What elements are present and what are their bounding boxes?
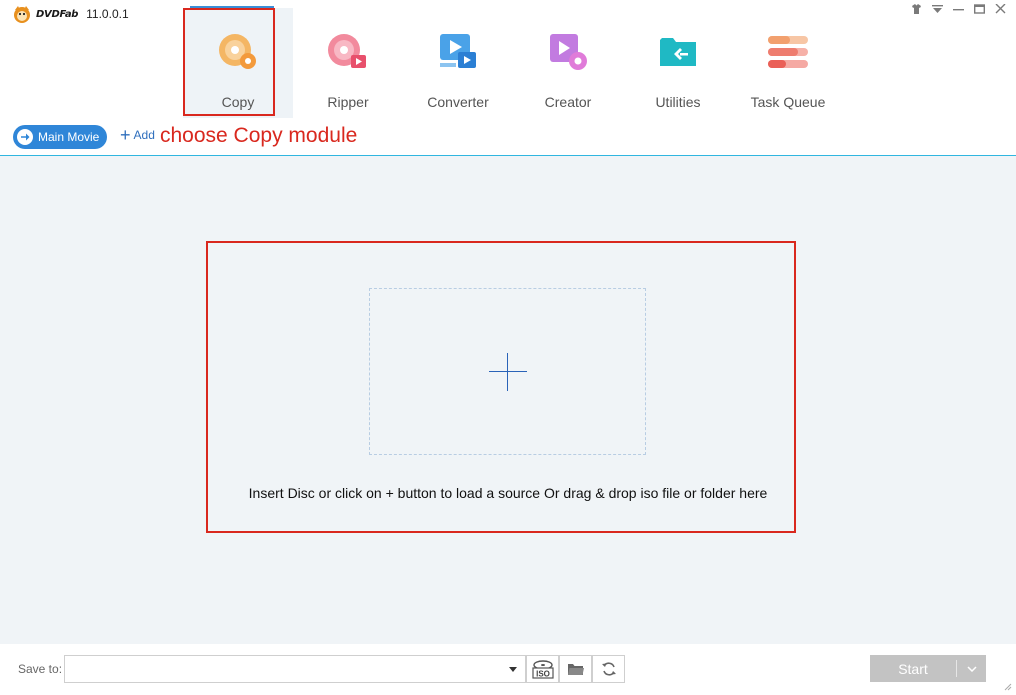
iso-disc-icon: ISO xyxy=(531,660,554,679)
dropzone-hint: Insert Disc or click on + button to load… xyxy=(248,485,768,501)
top-bar: DVDFab 11.0.0.1 Copy Ripper Converter Cr… xyxy=(0,0,1016,156)
iso-label: ISO xyxy=(536,670,550,679)
add-label: Add xyxy=(133,128,155,142)
module-tabs: Copy Ripper Converter Creator Utilities … xyxy=(183,6,843,118)
tab-creator-label: Creator xyxy=(544,94,592,110)
start-label: Start xyxy=(898,660,928,677)
add-source-plus-icon[interactable] xyxy=(489,353,527,391)
menu-icon[interactable] xyxy=(930,2,945,16)
arrow-right-icon xyxy=(17,129,33,145)
start-button[interactable]: Start xyxy=(870,655,986,682)
dvdfab-fox-icon xyxy=(14,6,30,23)
tab-task-queue[interactable]: Task Queue xyxy=(733,8,843,118)
close-icon[interactable] xyxy=(993,2,1008,16)
folder-icon xyxy=(567,663,584,675)
iso-button[interactable]: ISO xyxy=(526,655,559,683)
tab-utilities-label: Utilities xyxy=(655,94,701,110)
sub-toolbar: Main Movie + Add choose Copy module xyxy=(0,120,1016,156)
main-area: Insert Disc or click on + button to load… xyxy=(0,156,1016,644)
add-button[interactable]: + Add xyxy=(120,125,155,145)
utilities-icon xyxy=(660,38,696,66)
window-controls xyxy=(909,2,1008,16)
tab-ripper-label: Ripper xyxy=(327,94,369,110)
ripper-icon xyxy=(328,34,366,68)
main-movie-button[interactable]: Main Movie xyxy=(13,125,108,149)
refresh-button[interactable] xyxy=(592,655,625,683)
app-logo: DVDFab 11.0.0.1 xyxy=(12,4,129,24)
task-queue-icon xyxy=(768,36,808,68)
dropdown-arrow-icon[interactable] xyxy=(509,667,517,672)
maximize-icon[interactable] xyxy=(972,2,987,16)
brand-name: DVDFab xyxy=(36,8,79,20)
browse-folder-button[interactable] xyxy=(559,655,592,683)
creator-icon xyxy=(550,34,587,70)
save-path-select[interactable] xyxy=(64,655,526,683)
skin-icon[interactable] xyxy=(909,2,924,16)
annotation-text: choose Copy module xyxy=(160,124,358,147)
main-movie-label: Main Movie xyxy=(38,130,100,144)
tab-converter-label: Converter xyxy=(427,94,489,110)
refresh-icon xyxy=(601,662,616,676)
tab-ripper[interactable]: Ripper xyxy=(293,8,403,118)
converter-icon xyxy=(440,34,476,68)
copy-highlight-box xyxy=(183,8,275,116)
minimize-icon[interactable] xyxy=(951,2,966,16)
bottom-bar: Save to: ISO Start xyxy=(0,644,1016,695)
tab-creator[interactable]: Creator xyxy=(513,8,623,118)
chevron-down-icon[interactable] xyxy=(957,655,986,682)
source-dropzone[interactable] xyxy=(369,288,646,455)
tab-converter[interactable]: Converter xyxy=(403,8,513,118)
resize-grip-icon[interactable] xyxy=(1004,683,1012,691)
save-to-label: Save to: xyxy=(18,662,63,676)
app-version: 11.0.0.1 xyxy=(86,7,129,21)
plus-icon: + xyxy=(120,125,131,145)
tab-task-queue-label: Task Queue xyxy=(750,94,826,110)
tab-utilities[interactable]: Utilities xyxy=(623,8,733,118)
